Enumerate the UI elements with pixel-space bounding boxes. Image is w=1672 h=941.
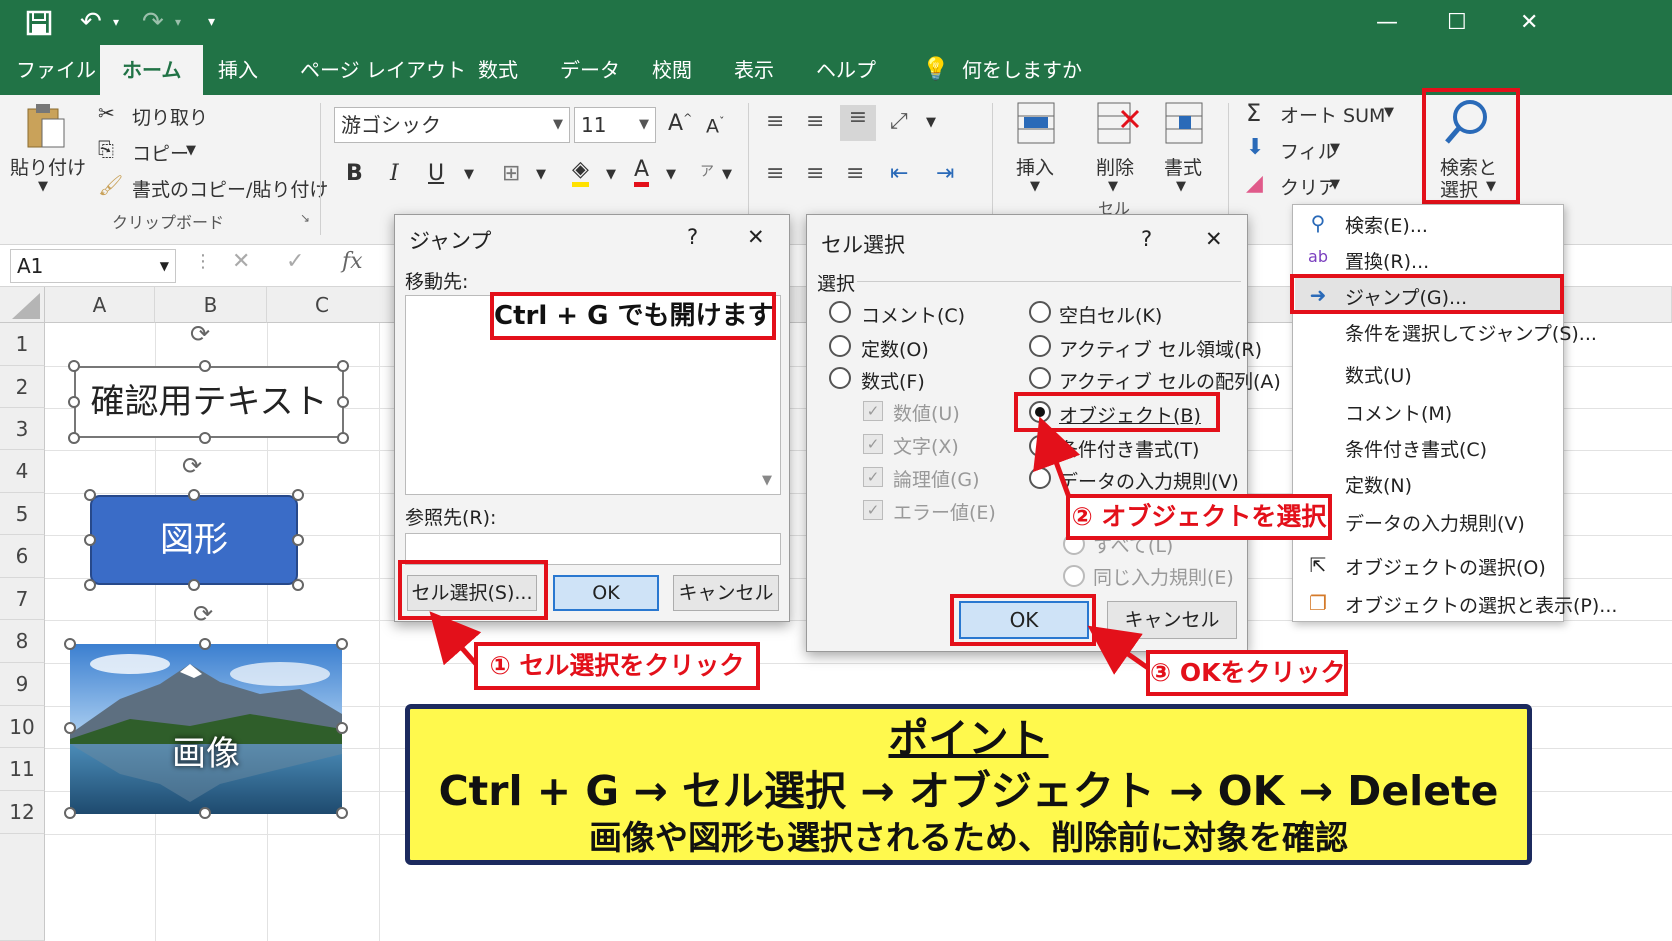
step2-callout: ② オブジェクトを選択 <box>1066 494 1332 540</box>
step1-callout: ① セル選択をクリック <box>474 642 760 690</box>
point-title: ポイント <box>888 716 1049 762</box>
point-summary-box: ポイント Ctrl + G → セル選択 → オブジェクト → OK → Del… <box>405 704 1532 865</box>
point-line2: 画像や図形も選択されるため、削除前に対象を確認 <box>589 818 1348 857</box>
point-line1: Ctrl + G → セル選択 → オブジェクト → OK → Delete <box>438 767 1499 815</box>
step3-callout: ③ OKをクリック <box>1146 650 1348 696</box>
